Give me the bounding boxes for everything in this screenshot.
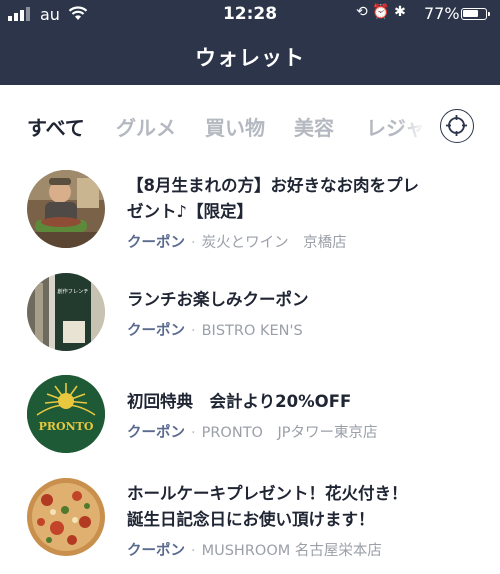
coupon-title: ランチお楽しみクーポン bbox=[127, 290, 309, 309]
pronto-logo: PRONTO bbox=[27, 375, 105, 453]
app-header: au 12:28 ⟲ ⏰ ✱ 77% ウォレット bbox=[0, 0, 500, 85]
coupon-item-meat[interactable]: 【8月生まれの方】お好きなお肉をプレ ゼント♪【限定】 クーポン · 炭火とワイン … bbox=[0, 167, 500, 269]
battery-level bbox=[463, 10, 478, 17]
tab-gourmet[interactable]: グルメ bbox=[116, 112, 176, 141]
tab-leisure[interactable]: レジャ bbox=[366, 112, 425, 141]
rotation-lock-icon: ⟲ bbox=[356, 4, 368, 20]
coupon-type-label: クーポン bbox=[127, 323, 185, 339]
shop-name: BISTRO KEN'S bbox=[201, 323, 303, 339]
pronto-logo-text: PRONTO bbox=[39, 420, 94, 433]
page-title: ウォレット bbox=[195, 46, 305, 70]
coupon-title: ホールケーキプレゼント！花火付き！ 誕生日記念日にお使い頂けます！ bbox=[127, 484, 408, 529]
shop-photo-meat bbox=[27, 170, 105, 248]
battery-icon bbox=[461, 8, 490, 20]
bluetooth-icon: ✱ bbox=[394, 4, 406, 20]
tab-shopping[interactable]: 買い物 bbox=[205, 112, 265, 141]
coupon-type-label: クーポン bbox=[127, 543, 185, 559]
shop-name: PRONTO JPタワー東京店 bbox=[201, 425, 378, 441]
tab-all[interactable]: すべて bbox=[27, 112, 85, 141]
coupon-type-label: クーポン bbox=[127, 235, 185, 251]
crosshair-icon bbox=[446, 115, 467, 136]
coupon-title: 初回特典 会計より20%OFF bbox=[127, 392, 352, 411]
battery-percent: 77% bbox=[424, 4, 460, 23]
coupon-item-cake[interactable]: ホールケーキプレゼント！花火付き！ 誕生日記念日にお使い頂けます！ クーポン · M… bbox=[0, 473, 500, 574]
coupon-type-label: クーポン bbox=[127, 425, 185, 441]
status-bar: au 12:28 ⟲ ⏰ ✱ 77% bbox=[0, 0, 500, 30]
shop-name: 炭火とワイン 京橋店 bbox=[201, 235, 347, 251]
location-button[interactable] bbox=[440, 109, 474, 143]
shop-photo-bistro: 創作フレンチ bbox=[27, 273, 105, 351]
coupon-item-pronto[interactable]: PRONTO 初回特典 会計より20%OFF クーポン · PRONTO JPタワー… bbox=[0, 371, 500, 473]
shop-photo-pizza bbox=[27, 478, 105, 556]
shop-name: MUSHROOM 名古屋栄本店 bbox=[201, 543, 382, 559]
alarm-icon: ⏰ bbox=[372, 4, 390, 20]
tab-beauty[interactable]: 美容 bbox=[294, 112, 334, 141]
category-tabs: すべて グルメ 買い物 美容 レジャ bbox=[0, 85, 500, 167]
coupon-title: 【8月生まれの方】お好きなお肉をプレ ゼント♪【限定】 bbox=[127, 176, 419, 221]
coupon-item-lunch[interactable]: 創作フレンチ ランチお楽しみクーポン クーポン · BISTRO KEN'S bbox=[0, 269, 500, 371]
bistro-sign-text: 創作フレンチ bbox=[57, 287, 88, 295]
